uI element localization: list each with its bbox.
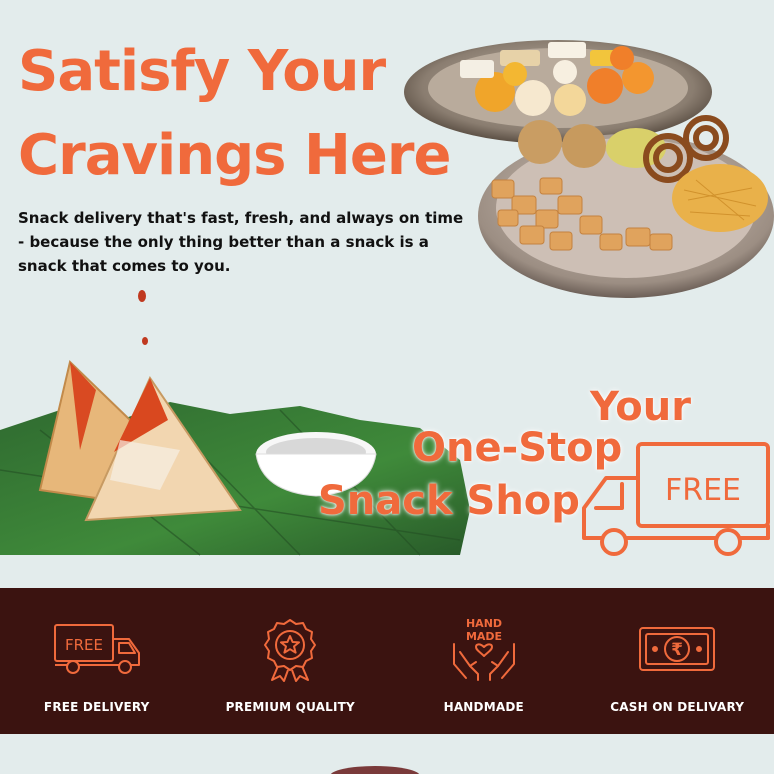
- svg-text:HAND: HAND: [466, 617, 502, 630]
- features-band: FREE FREE DELIVERY PREMIUM QUALITY HAND …: [0, 588, 774, 734]
- delivery-truck-icon: FREE: [49, 616, 145, 682]
- feature-free-delivery: FREE FREE DELIVERY: [2, 616, 192, 714]
- feature-label: HANDMADE: [443, 700, 524, 714]
- hero-title: Satisfy Your Cravings Here: [18, 30, 458, 198]
- feature-label: FREE DELIVERY: [43, 700, 150, 714]
- feature-label: PREMIUM QUALITY: [225, 700, 355, 714]
- hero-section: Satisfy Your Cravings Here Snack deliver…: [0, 0, 774, 588]
- feature-handmade: HAND MADE HANDMADE: [389, 616, 579, 714]
- rupee-cash-icon: ₹: [629, 616, 725, 682]
- svg-text:₹: ₹: [671, 640, 683, 660]
- sweets-thali-image: [404, 40, 774, 298]
- award-badge-icon: [242, 616, 338, 682]
- feature-label: CASH ON DELIVARY: [610, 700, 745, 714]
- tagline-line1: Your: [590, 384, 691, 430]
- svg-text:MADE: MADE: [466, 630, 502, 643]
- svg-text:FREE: FREE: [65, 636, 103, 654]
- handmade-hands-icon: HAND MADE: [436, 616, 532, 682]
- sauce-drip: [138, 290, 146, 302]
- feature-cash-on-delivery: ₹ CASH ON DELIVARY: [582, 616, 772, 714]
- hero-title-line2: Cravings Here: [18, 123, 451, 188]
- feature-premium-quality: PREMIUM QUALITY: [195, 616, 385, 714]
- sauce-drip: [142, 337, 148, 345]
- truck-badge-text: FREE: [665, 473, 741, 508]
- hero-title-line1: Satisfy Your: [18, 39, 386, 104]
- tagline-line3: Snack Shop: [318, 478, 580, 524]
- samosa-on-leaf-image: [0, 360, 470, 556]
- free-delivery-truck-icon: FREE: [582, 442, 770, 556]
